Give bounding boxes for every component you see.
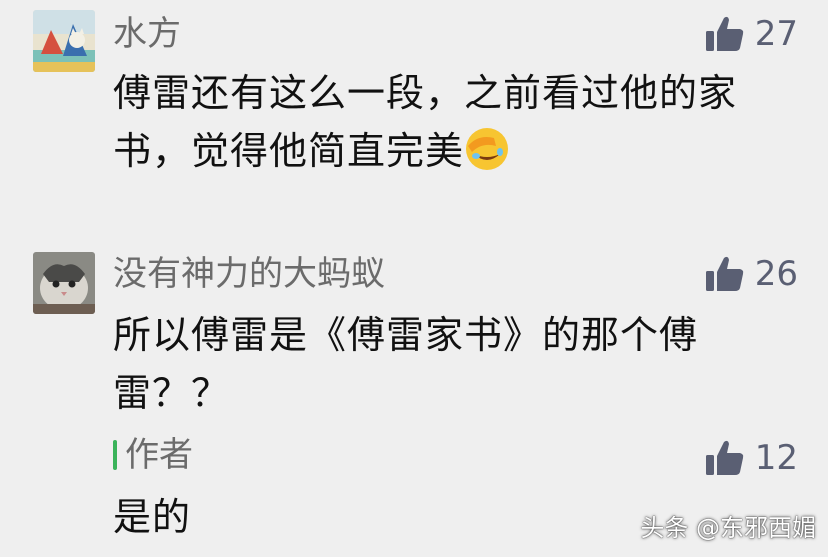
comment-text: 傅雷还有这么一段，之前看过他的家书，觉得他简直完美 xyxy=(113,64,793,188)
like-count: 26 xyxy=(754,254,798,294)
like-count: 12 xyxy=(754,438,798,478)
reply-indicator xyxy=(113,440,117,470)
facepalm-laugh-emoji-icon xyxy=(464,126,510,188)
reply-like-button[interactable]: 12 xyxy=(705,438,798,478)
watermark-text: 头条 @东邪西媚 xyxy=(640,514,816,542)
thumbs-up-icon xyxy=(705,439,745,477)
thumbs-up-icon xyxy=(705,255,745,293)
comment-text: 所以傅雷是《傅雷家书》的那个傅雷？？ xyxy=(113,313,699,415)
reply-author[interactable]: 作者 xyxy=(125,435,193,475)
thumbs-up-icon xyxy=(705,15,745,53)
like-count: 27 xyxy=(754,14,798,54)
comment-item: 水方 27 傅雷还有这么一段，之前看过他的家书，觉得他简直完美 xyxy=(0,0,828,230)
like-button[interactable]: 27 xyxy=(705,14,798,54)
like-button[interactable]: 26 xyxy=(705,254,798,294)
comment-author[interactable]: 没有神力的大蚂蚁 xyxy=(113,254,385,294)
avatar[interactable] xyxy=(33,252,95,314)
avatar[interactable] xyxy=(33,10,95,72)
watermark: 头条 @东邪西媚 xyxy=(640,508,816,543)
comment-author[interactable]: 水方 xyxy=(113,14,181,54)
